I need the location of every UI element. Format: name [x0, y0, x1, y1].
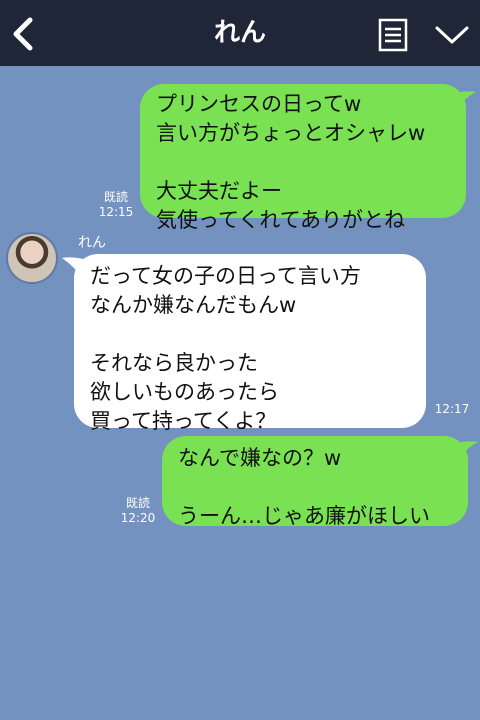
message-bubble[interactable]: プリンセスの日ってw 言い方がちょっとオシャレw 大丈夫だよー 気使ってくれてあ…: [140, 84, 466, 232]
chevron-down-icon[interactable]: [434, 22, 470, 48]
message-time: 12:20: [120, 511, 156, 525]
sender-name: れん: [78, 235, 106, 251]
message-bubble[interactable]: だって女の子の日って言い方 なんか嫌なんだもんw それなら良かった 欲しいものあ…: [74, 254, 426, 433]
read-receipt: 既読 12:20: [118, 496, 158, 526]
chat-title: れん: [213, 18, 266, 48]
message-bubble[interactable]: なんで嫌なの？w うーん…じゃあ廉がほしい: [162, 436, 468, 528]
read-label: 既読: [103, 190, 128, 204]
memo-icon[interactable]: [378, 18, 408, 52]
message-time: 12:15: [98, 205, 134, 219]
chat-header: れん: [0, 0, 480, 66]
read-receipt: 既読 12:15: [96, 190, 136, 220]
message-time: 12:17: [434, 402, 470, 416]
read-label: 既読: [125, 496, 150, 510]
avatar[interactable]: [6, 232, 58, 284]
